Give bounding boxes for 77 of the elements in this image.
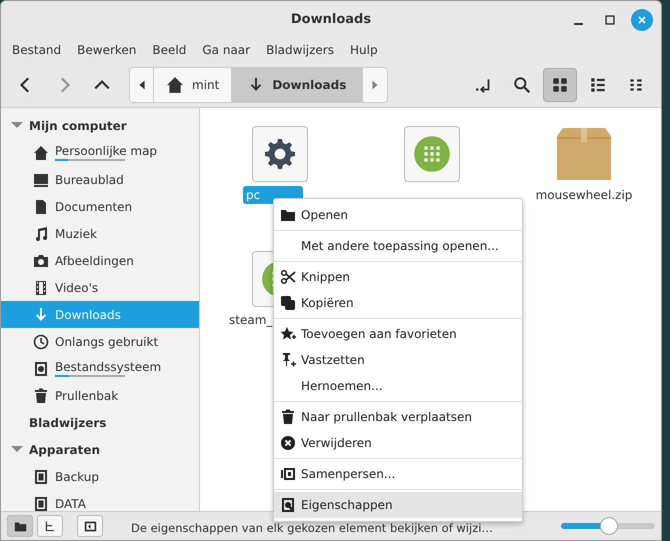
context-menu-item[interactable]: Knippen <box>274 264 522 290</box>
menu-item[interactable]: Hulp <box>342 41 385 59</box>
sidebar-item[interactable]: Muziek <box>1 220 199 247</box>
sidebar-item[interactable]: Prullenbak <box>1 382 199 409</box>
tree-pane-button[interactable] <box>37 515 63 537</box>
file-name[interactable]: steam_ <box>226 311 276 329</box>
scissors-icon <box>280 269 296 285</box>
copy-icon <box>280 295 296 311</box>
menu-item[interactable]: Beeld <box>145 41 194 59</box>
drive-icon <box>33 360 49 376</box>
path-segment[interactable]: Downloads <box>232 68 364 102</box>
settings-file-icon[interactable] <box>252 126 308 182</box>
film-icon <box>33 280 49 296</box>
menu-item[interactable]: Bestand <box>5 41 68 59</box>
sidebar-toggle-icon <box>84 520 96 532</box>
list-icon <box>589 76 607 94</box>
maximize-icon <box>603 13 617 27</box>
status-text: De eigenschappen van elk gekozen element bekijken of wijzi… <box>131 520 493 535</box>
context-menu-item[interactable]: Eigenschappen <box>274 492 522 518</box>
close-button[interactable] <box>631 9 653 31</box>
close-icon <box>636 14 648 26</box>
menu-item[interactable]: Ga naar <box>195 41 258 59</box>
context-menu-item[interactable]: Openen <box>274 202 522 228</box>
context-menu-item[interactable]: Hernoemen... <box>274 373 522 399</box>
file-name[interactable]: mousewheel.zip <box>532 186 636 204</box>
chip-icon <box>33 468 49 484</box>
expander-down-icon[interactable] <box>11 122 23 129</box>
sidebar-item[interactable]: Backup <box>1 463 199 490</box>
trash-icon <box>33 388 49 404</box>
remove-icon <box>280 435 296 451</box>
star-plus-icon <box>280 326 296 342</box>
document-icon <box>33 198 49 214</box>
context-menu-item[interactable]: Naar prullenbak verplaatsen <box>274 404 522 430</box>
sidebar-heading: Bladwijzers <box>29 416 106 430</box>
sidebar-item[interactable]: Documenten <box>1 193 199 220</box>
sidebar-item[interactable]: Video's <box>1 274 199 301</box>
sidebar-item[interactable]: DATA <box>1 490 199 511</box>
music-note-icon <box>33 226 49 242</box>
sidebar-toggle-button[interactable] <box>77 515 103 537</box>
home-icon <box>33 144 49 160</box>
minimize-icon <box>574 23 582 25</box>
tree-icon <box>44 520 56 532</box>
expander-down-icon[interactable] <box>11 446 23 453</box>
context-menu-item[interactable]: Kopiëren <box>274 290 522 316</box>
archive-icon <box>280 466 296 482</box>
menu-item[interactable]: Bladwijzers <box>259 41 341 59</box>
sidebar-item[interactable]: Afbeeldingen <box>1 247 199 274</box>
zoom-slider-thumb[interactable] <box>600 517 618 535</box>
window-title: Downloads <box>290 12 372 26</box>
context-menu-item[interactable]: Vastzetten <box>274 347 522 373</box>
desktop-icon <box>33 172 49 188</box>
clock-icon <box>33 334 49 350</box>
context-menu-item[interactable]: Toevoegen aan favorieten <box>274 321 522 347</box>
context-menu-item[interactable]: Samenpersen... <box>274 461 522 487</box>
places-pane-button[interactable] <box>7 515 33 537</box>
pin-plus-icon <box>280 352 296 368</box>
icon-view-button[interactable] <box>543 68 577 102</box>
zoom-slider[interactable] <box>561 516 655 536</box>
camera-icon <box>33 252 49 268</box>
sidebar-item[interactable]: Onlangs gebruikt <box>1 328 199 355</box>
sidebar-heading: Mijn computer <box>29 118 127 132</box>
folder-icon <box>14 520 26 532</box>
chip-icon <box>33 496 49 511</box>
sidebar-item[interactable]: Bureaublad <box>1 166 199 193</box>
trash-icon <box>280 409 296 425</box>
folder-icon <box>280 207 296 223</box>
properties-icon <box>280 497 296 513</box>
home-icon <box>166 76 184 94</box>
sidebar-heading: Apparaten <box>29 442 100 456</box>
sidebar-item[interactable]: Bestandssysteem <box>1 355 199 382</box>
context-menu-item[interactable]: Verwijderen <box>274 430 522 456</box>
search-icon <box>513 76 531 94</box>
grid-icon <box>551 76 569 94</box>
context-menu-item[interactable]: Met andere toepassing openen... <box>274 233 522 259</box>
download-icon <box>33 306 49 322</box>
menu-item[interactable]: Bewerken <box>70 41 144 59</box>
sidebar-item[interactable]: Persoonlijke map <box>1 139 199 166</box>
